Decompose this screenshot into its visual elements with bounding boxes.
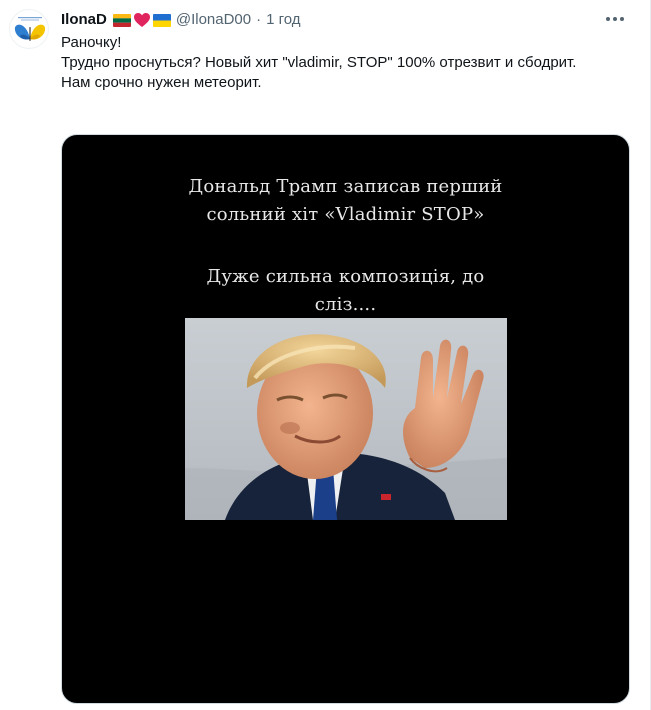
tweet-line-1: Раночку! (61, 34, 122, 51)
ukraine-flag-icon (152, 13, 171, 27)
lithuania-flag-icon (112, 13, 131, 27)
tweet-timestamp[interactable]: 1 год (266, 10, 300, 30)
tweet[interactable]: IlonaD @IlonaD00 · 1 год Раночку! Трудно… (0, 0, 651, 710)
name-emojis (112, 12, 171, 28)
header-separator: · (256, 11, 262, 28)
tweet-line-2: Трудно проснуться? Новый хит "vladimir, … (61, 54, 577, 71)
butterfly-logo-icon (14, 17, 46, 41)
media-caption-1: Дональд Трамп записав перший сольний хіт… (62, 173, 629, 229)
caption-1-line-2: сольний хіт «Vladimir STOP» (206, 204, 485, 225)
tweet-text: Раночку! Трудно проснуться? Новый хит "v… (61, 33, 621, 93)
media-caption-2: Дуже сильна композиція, до сліз.... (62, 263, 629, 319)
red-heart-icon (133, 13, 150, 27)
tweet-header: IlonaD @IlonaD00 · 1 год (61, 9, 301, 31)
more-options-button[interactable] (601, 7, 629, 31)
tweet-media[interactable]: Дональд Трамп записав перший сольний хіт… (61, 134, 630, 704)
author-name[interactable]: IlonaD (61, 10, 107, 30)
tweet-line-3: Нам срочно нужен метеорит. (61, 74, 262, 91)
caption-1-line-1: Дональд Трамп записав перший (188, 176, 503, 197)
author-handle[interactable]: @IlonaD00 (176, 10, 251, 30)
caption-2-line-2: сліз.... (314, 294, 377, 315)
man-raising-hand-photo (185, 318, 507, 520)
avatar[interactable] (9, 9, 49, 49)
more-options-icon (606, 17, 624, 21)
caption-2-line-1: Дуже сильна композиція, до (206, 266, 485, 287)
